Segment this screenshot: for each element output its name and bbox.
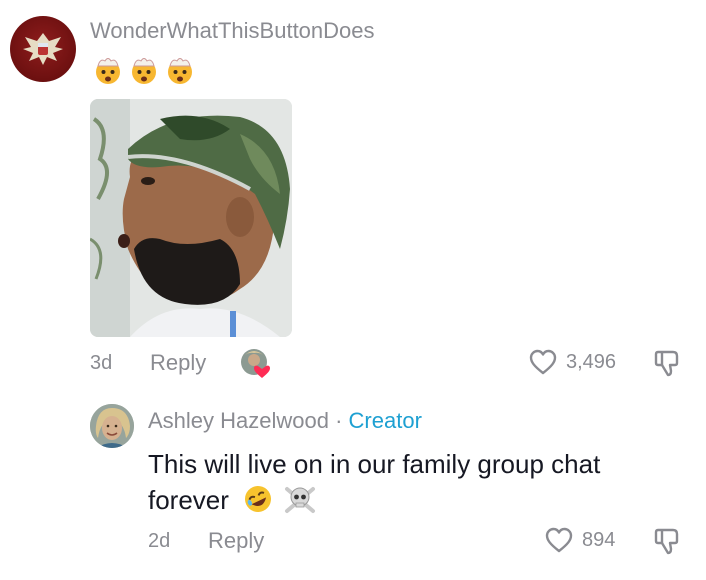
creator-name-line: Ashley Hazelwood · Creator <box>148 408 422 434</box>
reply-age: 2d <box>148 530 171 552</box>
comment-image[interactable] <box>90 99 292 337</box>
reaction-photo <box>90 99 292 337</box>
commenter-username[interactable]: WonderWhatThisButtonDoes <box>90 18 375 44</box>
dislike-button[interactable] <box>652 526 682 556</box>
like-group[interactable]: 894 <box>544 526 615 554</box>
reply-button[interactable]: Reply <box>150 350 206 376</box>
creator-avatar-heart-icon <box>241 349 270 378</box>
eagle-seal-icon <box>23 33 63 65</box>
like-count: 894 <box>582 528 616 551</box>
name-separator: · <box>328 408 349 433</box>
like-group[interactable]: 3,496 <box>528 348 616 376</box>
heart-outline-icon[interactable] <box>528 348 558 376</box>
reply-emojis <box>242 483 317 524</box>
rolling-laughing-emoji <box>245 486 272 512</box>
thumbs-down-icon <box>654 528 679 555</box>
creator-badge: Creator <box>348 408 422 433</box>
reply-button[interactable]: Reply <box>208 528 264 554</box>
like-count: 3,496 <box>566 350 617 373</box>
comment-age: 3d <box>90 352 113 374</box>
creator-liked-badge <box>240 348 272 380</box>
creator-avatar[interactable] <box>90 404 134 448</box>
reply-text: This will live on in our family group ch… <box>148 446 688 524</box>
skull-crossbones-emoji <box>285 487 316 513</box>
exploding-head-emoji <box>96 58 120 84</box>
dislike-button[interactable] <box>652 348 682 378</box>
exploding-head-emoji <box>132 58 156 84</box>
creator-avatar-photo <box>90 404 134 448</box>
thumbs-down-icon <box>654 350 679 377</box>
emoji-row <box>92 54 196 86</box>
creator-name[interactable]: Ashley Hazelwood <box>148 408 329 433</box>
heart-outline-icon[interactable] <box>544 526 574 554</box>
reply-body: This will live on in our family group ch… <box>148 449 601 515</box>
exploding-head-emoji <box>168 58 192 84</box>
commenter-avatar[interactable] <box>10 16 76 82</box>
